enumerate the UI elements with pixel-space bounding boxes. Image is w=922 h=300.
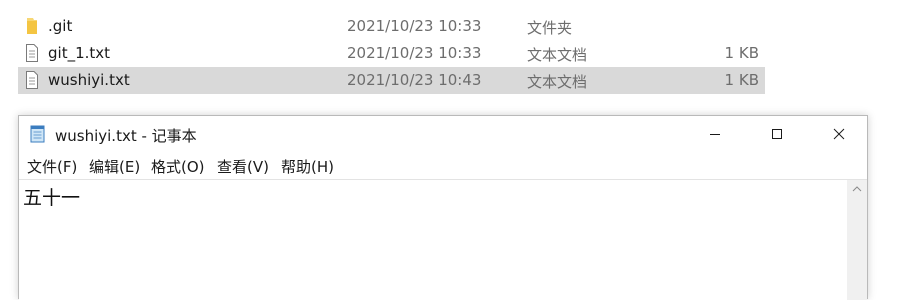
close-icon xyxy=(833,128,845,140)
minimize-button[interactable] xyxy=(692,116,738,152)
maximize-button[interactable] xyxy=(754,116,800,152)
file-type: 文件夹 xyxy=(527,19,573,37)
notepad-window: wushiyi.txt - 记事本 文件(F) 编辑(E) 格式(O) 查看(V… xyxy=(18,115,868,300)
text-file-icon xyxy=(24,70,40,90)
scroll-up-arrow-icon[interactable] xyxy=(851,184,863,194)
menu-edit[interactable]: 编辑(E) xyxy=(87,156,142,177)
menu-view[interactable]: 查看(V) xyxy=(215,156,271,177)
menu-format[interactable]: 格式(O) xyxy=(149,156,207,177)
file-size: 1 KB xyxy=(724,44,759,62)
file-name: git_1.txt xyxy=(48,44,111,62)
file-date: 2021/10/23 10:33 xyxy=(347,17,482,35)
minimize-icon xyxy=(710,134,720,135)
file-row-git-1-txt[interactable]: git_1.txt 2021/10/23 10:33 文本文档 1 KB xyxy=(18,40,765,67)
title-bar[interactable]: wushiyi.txt - 记事本 xyxy=(19,116,867,153)
file-size: 1 KB xyxy=(724,71,759,89)
file-name: wushiyi.txt xyxy=(48,71,130,89)
text-file-icon xyxy=(24,43,40,63)
file-date: 2021/10/23 10:43 xyxy=(347,71,482,89)
text-editor[interactable]: 五十一 xyxy=(19,179,847,300)
folder-icon xyxy=(24,16,40,36)
file-type: 文本文档 xyxy=(527,46,588,64)
file-name: .git xyxy=(48,17,73,35)
notepad-icon xyxy=(29,124,47,144)
editor-content: 五十一 xyxy=(23,187,81,209)
menu-file[interactable]: 文件(F) xyxy=(25,156,79,177)
file-date: 2021/10/23 10:33 xyxy=(347,44,482,62)
menu-help[interactable]: 帮助(H) xyxy=(279,156,336,177)
vertical-scrollbar[interactable] xyxy=(847,179,867,300)
file-row-git-folder[interactable]: .git 2021/10/23 10:33 文件夹 xyxy=(18,13,765,40)
file-type: 文本文档 xyxy=(527,73,588,91)
file-list: .git 2021/10/23 10:33 文件夹 git_1.txt 2021… xyxy=(0,0,922,112)
window-title: wushiyi.txt - 记事本 xyxy=(55,127,197,145)
close-button[interactable] xyxy=(816,116,862,152)
menu-bar: 文件(F) 编辑(E) 格式(O) 查看(V) 帮助(H) xyxy=(19,153,867,179)
maximize-icon xyxy=(772,129,782,139)
file-row-wushiyi-txt[interactable]: wushiyi.txt 2021/10/23 10:43 文本文档 1 KB xyxy=(18,67,765,94)
